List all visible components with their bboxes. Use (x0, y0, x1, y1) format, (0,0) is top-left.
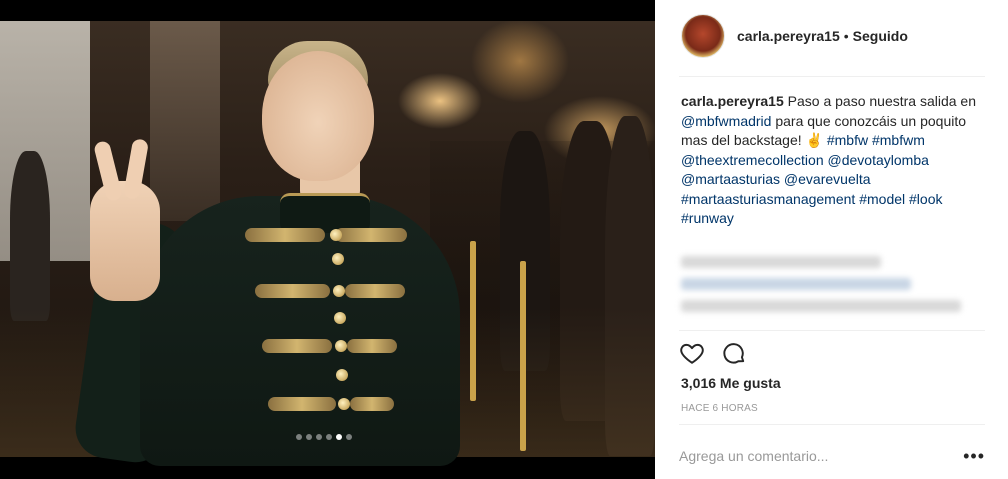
post-caption: carla.pereyra15 Paso a paso nuestra sali… (681, 92, 987, 229)
caption-hashtag[interactable]: #mbfwm (872, 132, 925, 148)
photo-background-pillar (150, 21, 220, 221)
jacket-button (336, 369, 348, 381)
caption-hashtag[interactable]: #model (859, 191, 905, 207)
caption-mention[interactable]: @martaasturias (681, 171, 780, 187)
blurred-comment-line (681, 300, 961, 312)
caption-text: Paso a paso nuestra salida en (787, 93, 977, 109)
caption-hashtag[interactable]: #martaasturiasmanagement (681, 191, 855, 207)
carousel-indicator (296, 434, 352, 440)
jacket-braid (345, 284, 405, 298)
post-header: carla.pereyra15 • Seguido (655, 0, 1008, 72)
carousel-dot (326, 434, 332, 440)
caption-mention[interactable]: @theextremecollection (681, 152, 824, 168)
blurred-comment-line (681, 256, 881, 268)
likes-count[interactable]: 3,016 Me gusta (681, 375, 781, 391)
add-comment-row: ••• (679, 436, 985, 476)
photo-model-face (262, 51, 374, 181)
post-timestamp: HACE 6 HORAS (681, 403, 758, 414)
photo-person (10, 151, 50, 321)
header-divider (679, 76, 985, 77)
photo-stanchion (470, 241, 476, 401)
jacket-button (335, 340, 347, 352)
blurred-comments (681, 256, 981, 322)
caption-mention[interactable]: @mbfwmadrid (681, 113, 771, 129)
caption-author[interactable]: carla.pereyra15 (681, 93, 784, 109)
jacket-braid (245, 228, 325, 242)
post-photo (0, 21, 655, 467)
post-media[interactable] (0, 0, 655, 479)
photo-model-hand (90, 181, 160, 301)
jacket-braid (347, 339, 397, 353)
carousel-dot (306, 434, 312, 440)
more-options-icon[interactable]: ••• (963, 446, 985, 467)
caption-hashtag[interactable]: #runway (681, 210, 734, 226)
post-actions (679, 340, 747, 366)
comment-input[interactable] (679, 448, 939, 464)
photo-stanchion (520, 261, 526, 451)
heart-icon[interactable] (679, 340, 705, 366)
photo-model-collar (280, 193, 370, 233)
carousel-dot (346, 434, 352, 440)
jacket-braid (268, 397, 336, 411)
jacket-button (334, 312, 346, 324)
jacket-braid (350, 397, 394, 411)
header-separator: • (843, 28, 849, 44)
avatar[interactable] (681, 14, 725, 58)
jacket-button (338, 398, 350, 410)
carousel-dot (316, 434, 322, 440)
caption-hashtag[interactable]: #look (909, 191, 942, 207)
actions-divider (679, 330, 985, 331)
jacket-braid (262, 339, 332, 353)
jacket-braid (255, 284, 330, 298)
follow-status-button[interactable]: Seguido (853, 28, 908, 44)
caption-mention[interactable]: @evarevuelta (784, 171, 871, 187)
jacket-button (332, 253, 344, 265)
jacket-button (330, 229, 342, 241)
header-username[interactable]: carla.pereyra15 (737, 28, 840, 44)
carousel-dot (296, 434, 302, 440)
carousel-dot-active (336, 434, 342, 440)
jacket-button (333, 285, 345, 297)
comment-divider (679, 424, 985, 425)
comment-bubble-icon[interactable] (721, 340, 747, 366)
blurred-comment-line (681, 278, 911, 290)
jacket-braid (335, 228, 407, 242)
post-sidebar: carla.pereyra15 • Seguido carla.pereyra1… (655, 0, 1008, 479)
caption-mention[interactable]: @devotaylomba (828, 152, 929, 168)
caption-hashtag[interactable]: #mbfw (827, 132, 868, 148)
